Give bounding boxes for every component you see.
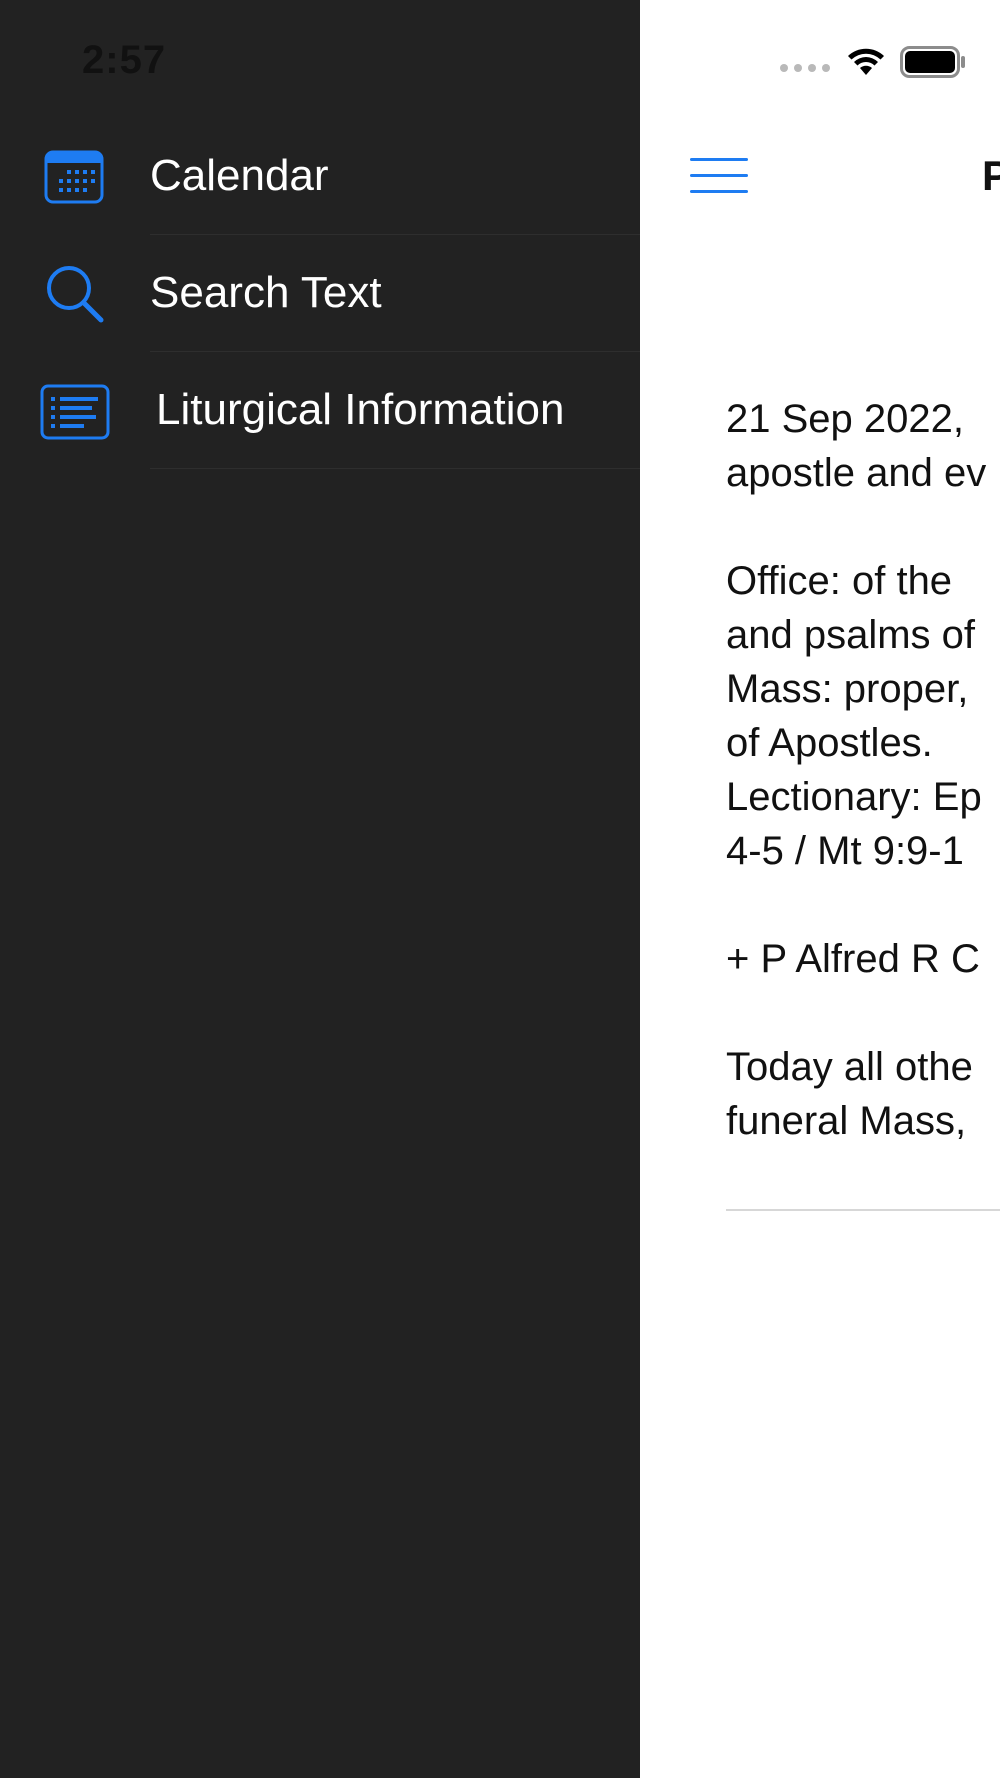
content-paragraph: Today all othe funeral Mass, [726, 1040, 1000, 1148]
content-paragraph: Office: of the and psalms of Mass: prope… [726, 554, 1000, 878]
content-line: 21 Sep 2022, [726, 397, 964, 441]
content-line: Office: of the [726, 559, 953, 603]
content-line: funeral Mass, [726, 1099, 967, 1143]
liturgical-text: 21 Sep 2022, apostle and ev Office: of t… [726, 392, 1000, 1202]
content-line: 4-5 / Mt 9:9-1 [726, 829, 964, 873]
page-title: P [982, 152, 1000, 199]
content-line: Mass: proper, [726, 667, 969, 711]
cellular-signal-icon [780, 64, 830, 72]
content-divider [726, 1209, 1000, 1211]
content-line: + P Alfred R C [726, 937, 980, 981]
drawer-item-liturgical-information[interactable]: Liturgical Information [0, 352, 640, 469]
content-paragraph: + P Alfred R C [726, 932, 1000, 986]
content-line: of Apostles. [726, 721, 933, 765]
content-line: Lectionary: Ep [726, 775, 982, 819]
battery-icon [900, 46, 965, 78]
side-drawer: 2:57 Calendar Search Text Liturgical Inf… [0, 0, 640, 1778]
drawer-item-search-text[interactable]: Search Text [0, 235, 640, 352]
content-line: and psalms of [726, 613, 976, 657]
status-bar-time: 2:57 [82, 38, 167, 82]
list-icon [40, 384, 110, 440]
status-bar-indicators [780, 40, 966, 84]
drawer-item-label: Calendar [150, 151, 329, 200]
calendar-icon [44, 150, 104, 204]
drawer-item-label: Liturgical Information [156, 385, 565, 434]
wifi-icon [848, 48, 884, 75]
drawer-item-label: Search Text [150, 268, 382, 317]
drawer-item-calendar[interactable]: Calendar [0, 118, 640, 235]
drawer-separator [150, 468, 640, 469]
search-icon [47, 266, 104, 323]
content-line: Today all othe [726, 1045, 973, 1089]
hamburger-menu-icon[interactable] [690, 158, 748, 194]
app-screen: P 21 Sep 2022, apostle and ev Office: of… [0, 0, 1000, 1778]
content-paragraph: 21 Sep 2022, apostle and ev [726, 392, 1000, 500]
content-line: apostle and ev [726, 451, 987, 495]
